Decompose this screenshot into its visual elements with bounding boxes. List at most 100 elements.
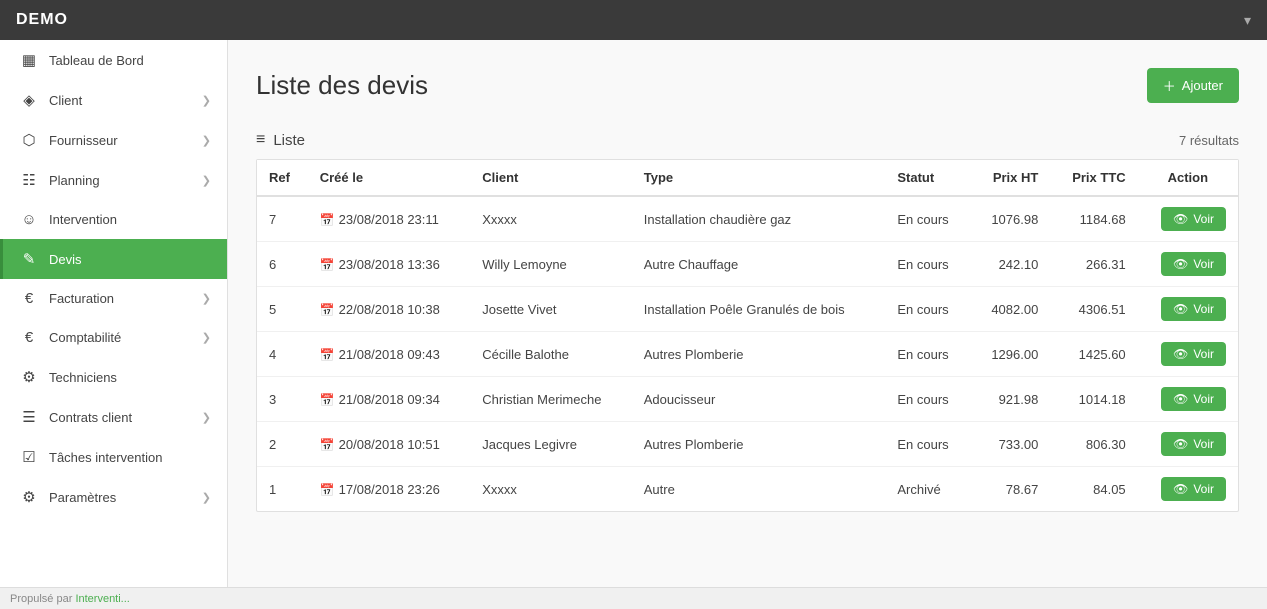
eye-icon: 👁 bbox=[1173, 212, 1188, 226]
sidebar-item-intervention[interactable]: ☺Intervention bbox=[0, 200, 227, 239]
add-button[interactable]: ＋ Ajouter bbox=[1147, 68, 1239, 103]
voir-button-4[interactable]: 👁 Voir bbox=[1161, 387, 1226, 411]
sidebar: ▦Tableau de Bord◈Client❯⬡Fournisseur❯☷Pl… bbox=[0, 40, 228, 587]
cell-date-4: 📅21/08/2018 09:34 bbox=[308, 377, 471, 422]
sidebar-item-taches-intervention[interactable]: ☑Tâches intervention bbox=[0, 437, 227, 477]
voir-button-1[interactable]: 👁 Voir bbox=[1161, 252, 1226, 276]
cell-statut-5: En cours bbox=[885, 422, 970, 467]
cell-ref-4: 3 bbox=[257, 377, 308, 422]
table-body: 7📅23/08/2018 23:11XxxxxInstallation chau… bbox=[257, 196, 1238, 511]
sidebar-label-devis: Devis bbox=[49, 252, 82, 267]
fournisseur-chevron-icon: ❯ bbox=[202, 134, 211, 147]
section-title: ≡ Liste bbox=[256, 131, 305, 149]
sidebar-label-fournisseur: Fournisseur bbox=[49, 133, 118, 148]
comptabilite-chevron-icon: ❯ bbox=[202, 331, 211, 344]
col-action: Action bbox=[1138, 160, 1238, 196]
cell-statut-0: En cours bbox=[885, 196, 970, 242]
table-row: 7📅23/08/2018 23:11XxxxxInstallation chau… bbox=[257, 196, 1238, 242]
eye-icon: 👁 bbox=[1173, 482, 1188, 496]
section-header: ≡ Liste 7 résultats bbox=[256, 131, 1239, 149]
sidebar-item-comptabilite[interactable]: € Comptabilité ❯ bbox=[0, 318, 227, 357]
devis-table-container: Ref Créé le Client Type Statut Prix HT P… bbox=[256, 159, 1239, 512]
col-ref: Ref bbox=[257, 160, 308, 196]
voir-button-2[interactable]: 👁 Voir bbox=[1161, 297, 1226, 321]
sidebar-item-fournisseur[interactable]: ⬡Fournisseur❯ bbox=[0, 120, 227, 160]
section-title-text: Liste bbox=[273, 132, 305, 149]
cell-ref-5: 2 bbox=[257, 422, 308, 467]
table-header: Ref Créé le Client Type Statut Prix HT P… bbox=[257, 160, 1238, 196]
cell-action-1: 👁 Voir bbox=[1138, 242, 1238, 287]
facturation-chevron-icon: ❯ bbox=[202, 292, 211, 305]
sidebar-item-planning[interactable]: ☷Planning❯ bbox=[0, 160, 227, 200]
cell-statut-6: Archivé bbox=[885, 467, 970, 512]
sidebar-item-devis[interactable]: ✎Devis bbox=[0, 239, 227, 279]
facturation-icon: € bbox=[19, 290, 39, 307]
cell-action-6: 👁 Voir bbox=[1138, 467, 1238, 512]
calendar-icon: 📅 bbox=[320, 483, 335, 497]
sidebar-item-contrats-client[interactable]: ☰Contrats client❯ bbox=[0, 397, 227, 437]
col-prix-ht: Prix HT bbox=[970, 160, 1050, 196]
voir-button-5[interactable]: 👁 Voir bbox=[1161, 432, 1226, 456]
cell-client-4: Christian Merimeche bbox=[470, 377, 631, 422]
client-icon: ◈ bbox=[19, 91, 39, 109]
cell-client-3: Cécille Balothe bbox=[470, 332, 631, 377]
add-button-label: Ajouter bbox=[1182, 78, 1223, 93]
intervention-icon: ☺ bbox=[19, 211, 39, 228]
eye-icon: 👁 bbox=[1173, 302, 1188, 316]
footer-bar: Propulsé par Interventi... bbox=[0, 587, 1267, 609]
cell-type-4: Adoucisseur bbox=[632, 377, 886, 422]
sidebar-label-facturation: Facturation bbox=[49, 291, 114, 306]
sidebar-item-tableau-de-bord[interactable]: ▦Tableau de Bord bbox=[0, 40, 227, 80]
cell-ref-6: 1 bbox=[257, 467, 308, 512]
cell-prix-ht-0: 1076.98 bbox=[970, 196, 1050, 242]
sidebar-label-comptabilite: Comptabilité bbox=[49, 330, 121, 345]
cell-statut-4: En cours bbox=[885, 377, 970, 422]
comptabilite-icon: € bbox=[19, 329, 39, 346]
cell-type-3: Autres Plomberie bbox=[632, 332, 886, 377]
cell-ref-1: 6 bbox=[257, 242, 308, 287]
table-row: 3📅21/08/2018 09:34Christian MerimecheAdo… bbox=[257, 377, 1238, 422]
sidebar-label-techniciens: Techniciens bbox=[49, 370, 117, 385]
voir-button-0[interactable]: 👁 Voir bbox=[1161, 207, 1226, 231]
contrats-client-icon: ☰ bbox=[19, 408, 39, 426]
planning-chevron-icon: ❯ bbox=[202, 174, 211, 187]
taches-intervention-icon: ☑ bbox=[19, 448, 39, 466]
calendar-icon: 📅 bbox=[320, 348, 335, 362]
parametres-chevron-icon: ❯ bbox=[202, 491, 211, 504]
sidebar-item-techniciens[interactable]: ⚙Techniciens bbox=[0, 357, 227, 397]
cell-statut-1: En cours bbox=[885, 242, 970, 287]
cell-prix-ht-2: 4082.00 bbox=[970, 287, 1050, 332]
calendar-icon: 📅 bbox=[320, 438, 335, 452]
calendar-icon: 📅 bbox=[320, 213, 335, 227]
cell-prix-ttc-4: 1014.18 bbox=[1050, 377, 1137, 422]
cell-prix-ttc-0: 1184.68 bbox=[1050, 196, 1137, 242]
sidebar-item-client[interactable]: ◈ Client ❯ bbox=[0, 80, 227, 120]
table-row: 2📅20/08/2018 10:51Jacques LegivreAutres … bbox=[257, 422, 1238, 467]
voir-button-3[interactable]: 👁 Voir bbox=[1161, 342, 1226, 366]
cell-date-5: 📅20/08/2018 10:51 bbox=[308, 422, 471, 467]
sidebar-label-client: Client bbox=[49, 93, 82, 108]
eye-icon: 👁 bbox=[1173, 392, 1188, 406]
cell-type-6: Autre bbox=[632, 467, 886, 512]
table-row: 6📅23/08/2018 13:36Willy LemoyneAutre Cha… bbox=[257, 242, 1238, 287]
cell-date-0: 📅23/08/2018 23:11 bbox=[308, 196, 471, 242]
contrats-client-chevron-icon: ❯ bbox=[202, 411, 211, 424]
result-count: 7 résultats bbox=[1179, 133, 1239, 148]
cell-prix-ttc-5: 806.30 bbox=[1050, 422, 1137, 467]
client-chevron-icon: ❯ bbox=[202, 94, 211, 107]
sidebar-item-facturation[interactable]: € Facturation ❯ bbox=[0, 279, 227, 318]
table-row: 4📅21/08/2018 09:43Cécille BalotheAutres … bbox=[257, 332, 1238, 377]
cell-date-3: 📅21/08/2018 09:43 bbox=[308, 332, 471, 377]
col-prix-ttc: Prix TTC bbox=[1050, 160, 1137, 196]
footer-link[interactable]: Interventi... bbox=[75, 593, 129, 605]
cell-client-2: Josette Vivet bbox=[470, 287, 631, 332]
cell-prix-ttc-3: 1425.60 bbox=[1050, 332, 1137, 377]
main-content: Liste des devis ＋ Ajouter ≡ Liste 7 résu… bbox=[228, 40, 1267, 587]
voir-button-6[interactable]: 👁 Voir bbox=[1161, 477, 1226, 501]
sidebar-label-tableau-de-bord: Tableau de Bord bbox=[49, 53, 144, 68]
parametres-icon: ⚙ bbox=[19, 488, 39, 506]
cell-prix-ttc-2: 4306.51 bbox=[1050, 287, 1137, 332]
cell-action-3: 👁 Voir bbox=[1138, 332, 1238, 377]
page-header: Liste des devis ＋ Ajouter bbox=[256, 68, 1239, 103]
sidebar-item-parametres[interactable]: ⚙Paramètres❯ bbox=[0, 477, 227, 517]
